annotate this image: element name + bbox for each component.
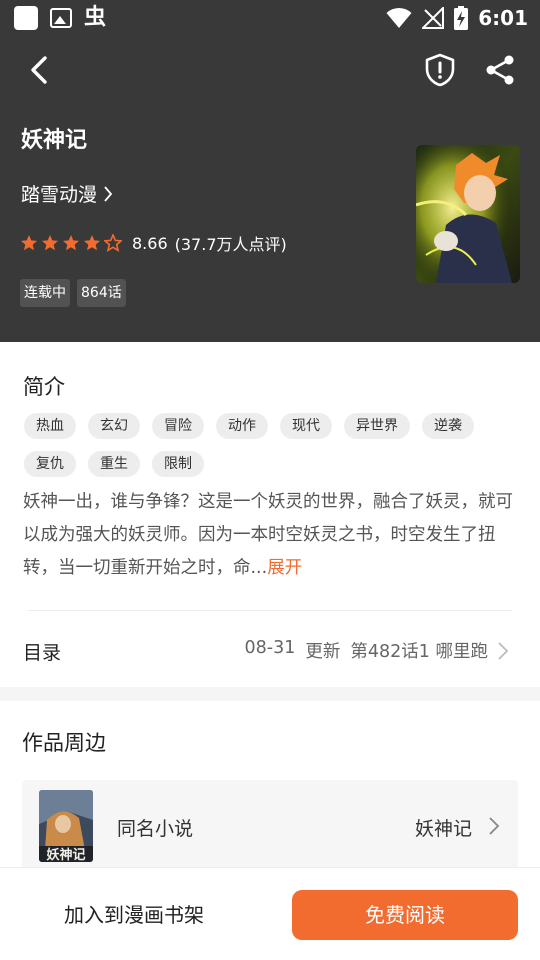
chevron-right-icon [498, 642, 509, 660]
genre-tag[interactable]: 热血 [24, 413, 76, 439]
genre-tag[interactable]: 现代 [280, 413, 332, 439]
rating-stars [20, 234, 122, 252]
back-icon[interactable] [22, 52, 58, 88]
star-icon [104, 234, 122, 252]
novel-label: 同名小说 [117, 818, 194, 840]
genre-tag[interactable]: 冒险 [152, 413, 204, 439]
episode-count-badge: 864话 [77, 279, 126, 307]
genre-tags: 热血 玄幻 冒险 动作 现代 异世界 逆袭 复仇 重生 限制 [24, 413, 524, 477]
novel-link-card[interactable]: 妖神记 同名小说 妖神记 [22, 780, 518, 870]
notification-square-icon [14, 6, 38, 30]
header-panel: 虫 6:01 妖神记 踏雪动漫 8.66 (37.7万人点评) 连载中 864话 [0, 0, 540, 342]
add-to-shelf-button[interactable]: 加入到漫画书架 [34, 890, 234, 940]
latest-chapter: 第482话1 哪里跑 [350, 642, 488, 662]
image-notification-icon [50, 8, 72, 28]
battery-icon [454, 6, 469, 30]
genre-tag[interactable]: 复仇 [24, 451, 76, 477]
genre-tag[interactable]: 逆袭 [422, 413, 474, 439]
genre-tag[interactable]: 重生 [88, 451, 140, 477]
section-gap [0, 687, 540, 701]
comic-cover-image[interactable] [416, 145, 520, 283]
novel-cover-image: 妖神记 [39, 790, 93, 862]
update-label: 更新 [305, 642, 341, 662]
author-name: 踏雪动漫 [21, 184, 98, 206]
genre-tag[interactable]: 动作 [216, 413, 268, 439]
rating-count: (37.7万人点评) [174, 235, 287, 254]
genre-tag[interactable]: 玄幻 [88, 413, 140, 439]
comic-detail-page: 虫 6:01 妖神记 踏雪动漫 8.66 (37.7万人点评) 连载中 864话… [0, 0, 540, 960]
status-badges: 连载中 864话 [20, 279, 126, 307]
star-icon [84, 235, 100, 251]
rating-score: 8.66 [132, 233, 168, 253]
chevron-right-icon [104, 185, 113, 202]
description: 妖神一出，谁与争锋？这是一个妖灵的世界，融合了妖灵，就可以成为强大的妖灵师。因为… [23, 486, 517, 585]
chevron-right-icon [489, 817, 500, 835]
novel-cover-title: 妖神记 [46, 847, 85, 862]
novel-name: 妖神记 [414, 818, 472, 840]
star-icon [21, 235, 37, 251]
wifi-icon [386, 7, 412, 28]
divider [28, 610, 512, 611]
rating: 8.66 (37.7万人点评) [20, 231, 287, 255]
share-icon[interactable] [482, 52, 518, 88]
star-icon [63, 235, 79, 251]
author-link[interactable]: 踏雪动漫 [21, 180, 113, 207]
expand-link[interactable]: 展开 [267, 558, 302, 578]
shield-alert-icon[interactable] [422, 52, 458, 88]
table-of-contents-row[interactable]: 目录 08-31 更新 第482话1 哪里跑 [0, 626, 540, 676]
merch-heading: 作品周边 [22, 731, 106, 755]
update-date: 08-31 [244, 638, 296, 658]
star-icon [42, 235, 58, 251]
bottom-action-bar: 加入到漫画书架 免费阅读 [0, 867, 540, 960]
genre-tag[interactable]: 异世界 [344, 413, 410, 439]
comic-title: 妖神记 [21, 128, 88, 153]
status-time: 6:01 [478, 6, 528, 30]
signal-icon [422, 7, 445, 29]
free-read-button[interactable]: 免费阅读 [292, 890, 518, 940]
status-bar: 虫 6:01 [0, 0, 540, 36]
genre-tag[interactable]: 限制 [152, 451, 204, 477]
app-notification-glyph: 虫 [84, 5, 107, 30]
toc-label: 目录 [23, 642, 62, 664]
intro-heading: 简介 [23, 375, 65, 399]
serial-status-badge: 连载中 [20, 279, 70, 307]
